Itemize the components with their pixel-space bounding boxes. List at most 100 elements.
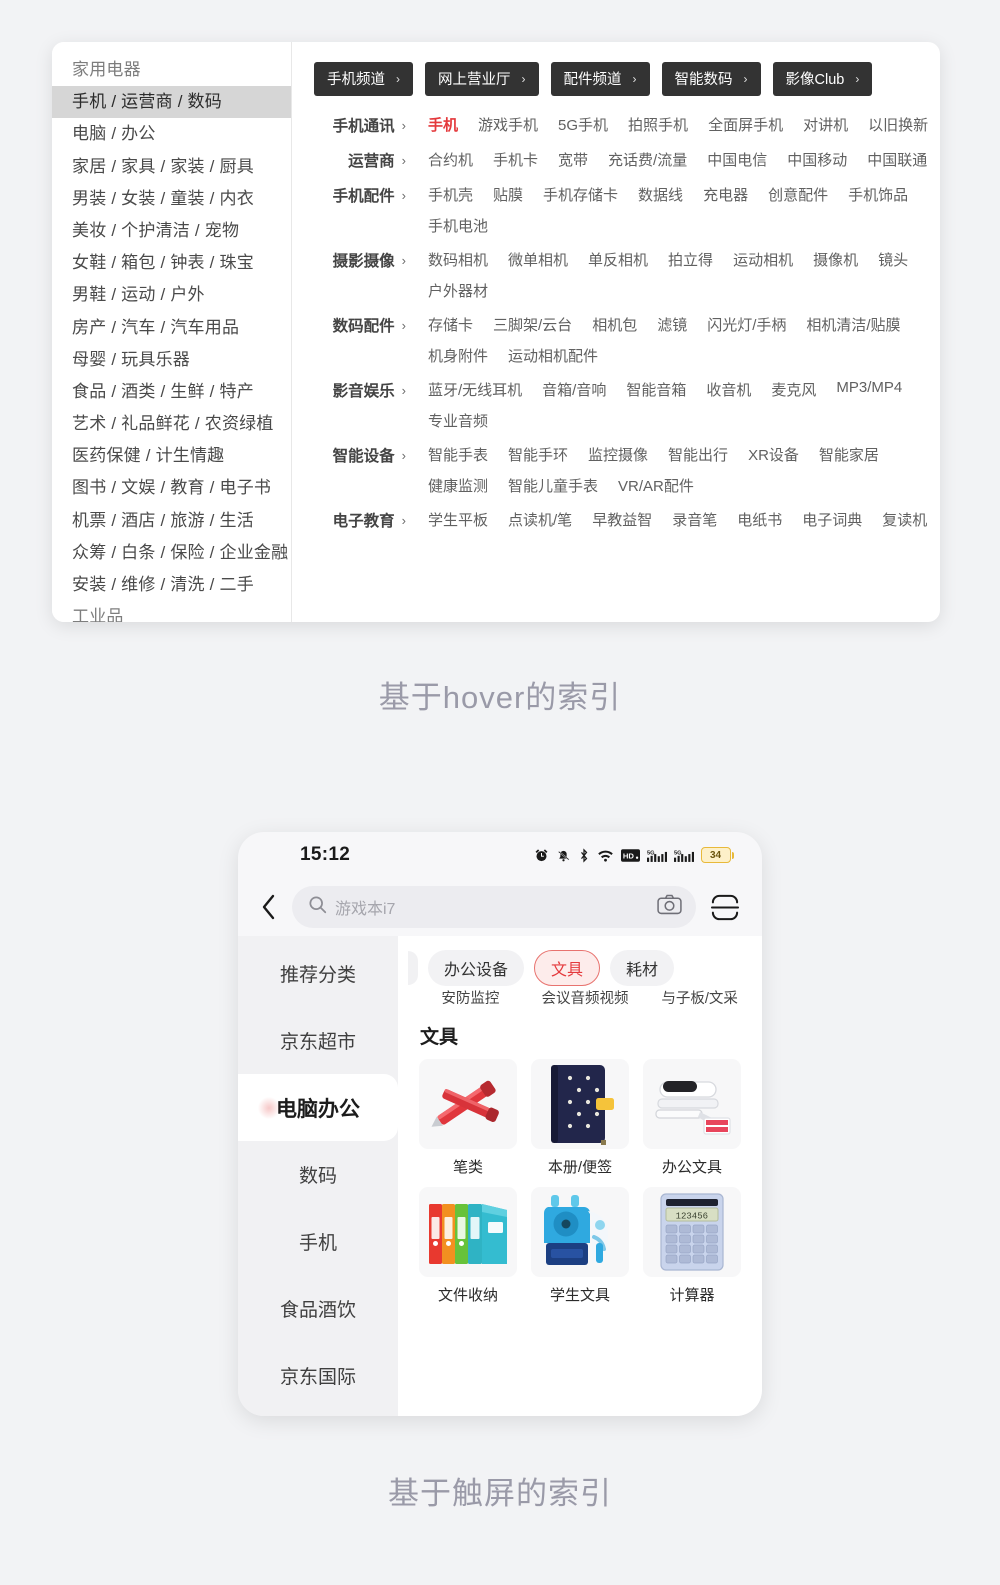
category-link[interactable]: 智能手环 [508,442,568,465]
category-link[interactable]: 手机卡 [493,147,538,170]
category-link[interactable]: 5G手机 [558,112,608,135]
category-link[interactable]: MP3/MP4 [836,377,902,400]
sidebar-item[interactable]: 安装 / 维修 / 清洗 / 二手 [52,569,291,601]
category-link[interactable]: 早教益智 [592,507,652,530]
category-link[interactable]: 收音机 [706,377,751,400]
category-link[interactable]: VR/AR配件 [618,473,694,496]
channel-chip[interactable]: 配件频道 › [550,62,650,96]
category-link[interactable]: 户外器材 [428,278,488,301]
grid-cell[interactable]: 本册/便签 [528,1059,632,1177]
category-link[interactable]: 滤镜 [657,312,687,335]
sidebar-item[interactable]: 图书 / 文娱 / 教育 / 电子书 [52,472,291,504]
grid-cell[interactable]: 学生文具 [528,1187,632,1305]
phone-tab-list[interactable]: 办公设备 文具 耗材 [398,936,762,986]
category-link[interactable]: 智能手表 [428,442,488,465]
category-link[interactable]: 三脚架/云台 [493,312,572,335]
grid-cell[interactable]: 办公文具 [640,1059,744,1177]
category-link[interactable]: 宽带 [558,147,588,170]
phone-sidebar-item[interactable]: 电脑办公 [238,1074,398,1141]
phone-sidebar-item[interactable]: 数码 [238,1141,398,1208]
phone-sidebar-item[interactable]: 推荐分类 [238,940,398,1007]
category-link[interactable]: 电子词典 [802,507,862,530]
category-link[interactable]: 拍立得 [668,247,713,270]
category-row-title[interactable]: 运营商 › [314,147,406,171]
scan-icon[interactable] [710,894,740,921]
category-link[interactable]: 数码相机 [428,247,488,270]
category-link[interactable]: 以旧换新 [868,112,928,135]
category-link[interactable]: 数据线 [638,182,683,205]
back-chevron-icon[interactable] [258,894,278,920]
category-link[interactable]: 复读机 [882,507,927,530]
sidebar-item[interactable]: 机票 / 酒店 / 旅游 / 生活 [52,505,291,537]
grid-cell[interactable]: 文件收纳 [416,1187,520,1305]
phone-category-sidebar[interactable]: 推荐分类 京东超市 电脑办公 数码 手机 食品酒饮 京东国际 [238,936,398,1416]
category-link[interactable]: 智能出行 [668,442,728,465]
camera-icon[interactable] [657,894,682,920]
category-link[interactable]: 运动相机 [733,247,793,270]
category-link[interactable]: XR设备 [748,442,799,465]
sidebar-item[interactable]: 母婴 / 玩具乐器 [52,344,291,376]
channel-chip[interactable]: 智能数码 › [661,62,761,96]
category-link[interactable]: 全面屏手机 [708,112,783,135]
category-row-title[interactable]: 智能设备 › [314,442,406,466]
category-link[interactable]: 音箱/音响 [542,377,606,400]
category-link[interactable]: 电纸书 [737,507,782,530]
category-link[interactable]: 单反相机 [588,247,648,270]
category-link[interactable]: 拍照手机 [628,112,688,135]
grid-cell[interactable]: 123456 计算器 [640,1187,744,1305]
sidebar-item[interactable]: 家用电器 [52,54,291,86]
sidebar-item[interactable]: 男鞋 / 运动 / 户外 [52,279,291,311]
category-link[interactable]: 手机壳 [428,182,473,205]
phone-tab[interactable]: 文具 [534,950,601,986]
channel-chip[interactable]: 影像Club › [772,62,873,96]
phone-sidebar-item[interactable]: 手机 [238,1208,398,1275]
category-link[interactable]: 智能家居 [819,442,879,465]
phone-sidebar-item[interactable]: 京东国际 [238,1342,398,1409]
sidebar-item[interactable]: 女鞋 / 箱包 / 钟表 / 珠宝 [52,247,291,279]
category-link[interactable]: 微单相机 [508,247,568,270]
category-link[interactable]: 充话费/流量 [608,147,687,170]
category-link[interactable]: 游戏手机 [478,112,538,135]
category-link[interactable]: 录音笔 [672,507,717,530]
category-link[interactable]: 监控摄像 [588,442,648,465]
category-link[interactable]: 机身附件 [428,343,488,366]
category-link[interactable]: 手机电池 [428,213,488,236]
channel-chip-list[interactable]: 手机频道 › 网上营业厅 › 配件频道 › 智能数码 › 影像Club › [314,62,940,96]
category-link[interactable]: 运动相机配件 [508,343,598,366]
sidebar-item[interactable]: 医药保健 / 计生情趣 [52,440,291,472]
category-link[interactable]: 相机包 [592,312,637,335]
channel-chip[interactable]: 网上营业厅 › [425,62,539,96]
sidebar-item[interactable]: 美妆 / 个护清洁 / 宠物 [52,215,291,247]
sidebar-item[interactable]: 电脑 / 办公 [52,118,291,150]
sidebar-item[interactable]: 众筹 / 白条 / 保险 / 企业金融 [52,537,291,569]
category-link[interactable]: 摄像机 [813,247,858,270]
grid-cell[interactable]: 笔类 [416,1059,520,1177]
sidebar-item[interactable]: 男装 / 女装 / 童装 / 内衣 [52,183,291,215]
sidebar-item[interactable]: 手机 / 运营商 / 数码 [52,86,291,119]
category-link[interactable]: 闪光灯/手柄 [707,312,786,335]
category-row-title[interactable]: 摄影摄像 › [314,247,406,271]
category-link[interactable]: 智能音箱 [626,377,686,400]
category-link[interactable]: 中国移动 [787,147,847,170]
desktop-category-sidebar[interactable]: 家用电器 手机 / 运营商 / 数码 电脑 / 办公 家居 / 家具 / 家装 / 厨… [52,42,292,622]
category-link[interactable]: 健康监测 [428,473,488,496]
channel-chip[interactable]: 手机频道 › [314,62,413,96]
phone-sidebar-item[interactable]: 食品酒饮 [238,1275,398,1342]
category-link[interactable]: 中国电信 [707,147,767,170]
category-link[interactable]: 创意配件 [768,182,828,205]
category-link[interactable]: 学生平板 [428,507,488,530]
category-link[interactable]: 对讲机 [803,112,848,135]
sidebar-item[interactable]: 房产 / 汽车 / 汽车用品 [52,312,291,344]
phone-tab[interactable]: 耗材 [610,950,675,986]
category-link[interactable]: 充电器 [703,182,748,205]
category-link[interactable]: 手机存储卡 [543,182,618,205]
category-link[interactable]: 镜头 [878,247,908,270]
category-row-title[interactable]: 手机配件 › [314,182,406,206]
category-link[interactable]: 专业音频 [428,408,488,431]
category-link[interactable]: 智能儿童手表 [508,473,598,496]
category-link[interactable]: 贴膜 [493,182,523,205]
phone-sidebar-item[interactable]: 京东超市 [238,1007,398,1074]
category-row-title[interactable]: 电子教育 › [314,507,406,531]
category-link[interactable]: 中国联通 [867,147,927,170]
search-input[interactable]: 游戏本i7 [292,886,696,928]
